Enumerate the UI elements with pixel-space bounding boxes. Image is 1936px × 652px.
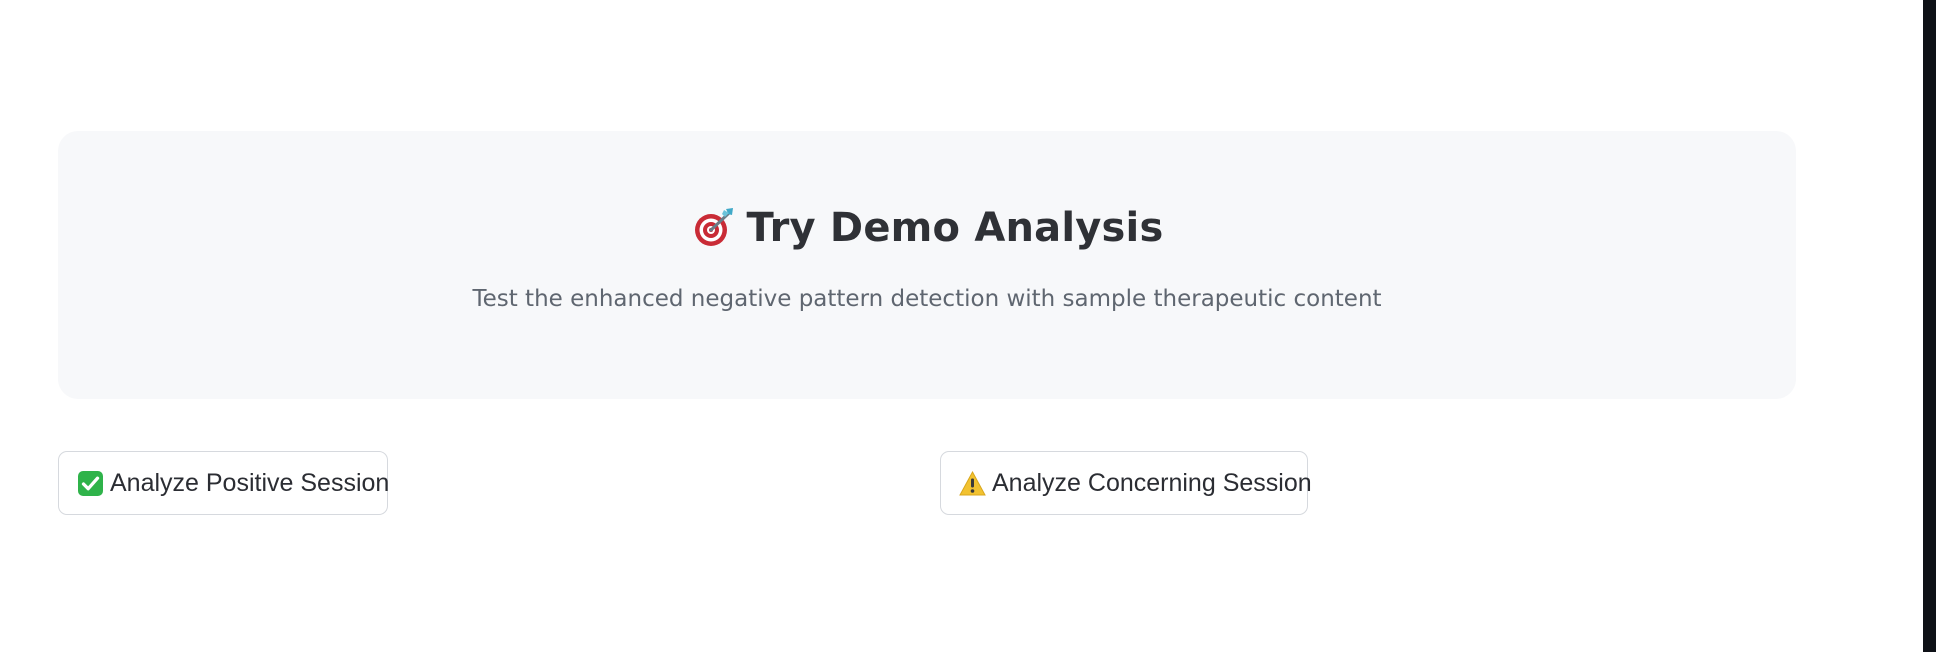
page-title: Try Demo Analysis — [746, 205, 1164, 251]
warning-icon — [959, 470, 986, 497]
demo-title-row: Try Demo Analysis — [58, 205, 1796, 251]
window-edge — [1923, 0, 1936, 652]
check-mark-icon — [77, 470, 104, 497]
analyze-positive-session-label: Analyze Positive Session — [110, 468, 390, 497]
analyze-positive-session-button[interactable]: Analyze Positive Session — [58, 451, 390, 515]
demo-subtitle: Test the enhanced negative pattern detec… — [472, 286, 1382, 312]
analyze-concerning-session-button[interactable]: Analyze Concerning Session — [940, 451, 1312, 515]
demo-page: Try Demo Analysis Test the enhanced nega… — [0, 0, 1936, 652]
demo-analysis-card: Try Demo Analysis Test the enhanced nega… — [58, 131, 1796, 399]
analyze-concerning-session-label: Analyze Concerning Session — [992, 468, 1312, 497]
target-dart-icon — [691, 205, 737, 251]
